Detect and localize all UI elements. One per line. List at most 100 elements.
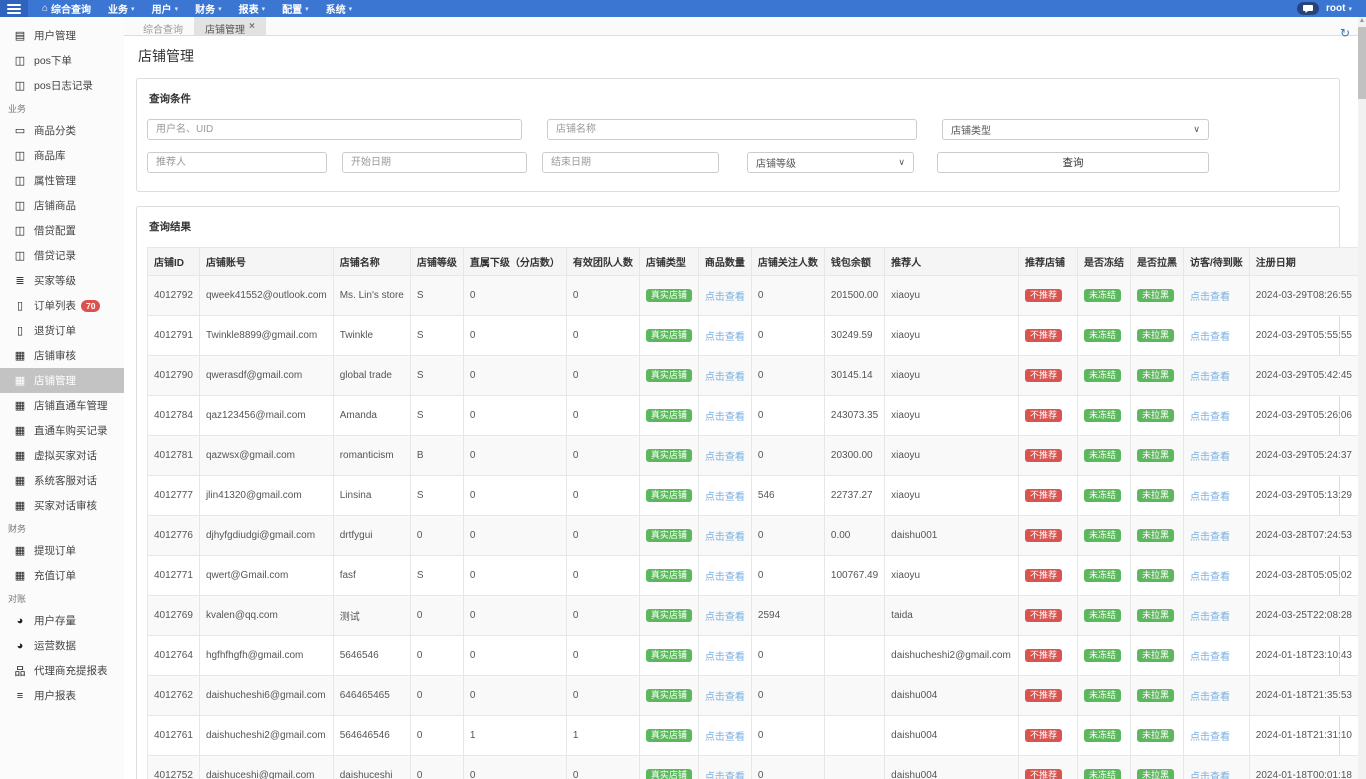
view-visitors-link[interactable]: 点击查看 xyxy=(1190,532,1230,543)
cell-frozen: 未冻结 xyxy=(1077,636,1130,676)
sidebar-item-user-management[interactable]: ▤用户管理 xyxy=(0,23,124,48)
table-row: 4012777jlin41320@gmail.comLinsinaS00真实店铺… xyxy=(148,476,1359,516)
sidebar-item-loan-records[interactable]: ◫借贷记录 xyxy=(0,243,124,268)
view-products-link[interactable]: 点击查看 xyxy=(705,292,745,303)
start-date-input[interactable] xyxy=(342,152,527,173)
scroll-up-icon[interactable]: ▲ xyxy=(1359,17,1366,25)
sidebar-item-attribute-management[interactable]: ◫属性管理 xyxy=(0,168,124,193)
view-visitors-link[interactable]: 点击查看 xyxy=(1190,612,1230,623)
view-products-link[interactable]: 点击查看 xyxy=(705,572,745,583)
sidebar-item-buyer-level[interactable]: ≣买家等级 xyxy=(0,268,124,293)
nav-menu-finance[interactable]: 财务▾ xyxy=(195,1,222,16)
sidebar-item-agent-report[interactable]: 品代理商充提报表 xyxy=(0,658,124,683)
view-products-link[interactable]: 点击查看 xyxy=(705,332,745,343)
filter-panel: 查询条件 店铺类型 ∨ 店铺等级 ∨ xyxy=(136,78,1340,192)
sidebar-item-store-products[interactable]: ◫店铺商品 xyxy=(0,193,124,218)
view-products-link[interactable]: 点击查看 xyxy=(705,412,745,423)
cell-store-account: daishuceshi@gmail.com xyxy=(199,756,333,779)
sidebar-item-user-report[interactable]: ≡用户报表 xyxy=(0,683,124,708)
view-visitors-link[interactable]: 点击查看 xyxy=(1190,372,1230,383)
nav-menu-config[interactable]: 配置▾ xyxy=(282,1,309,16)
view-visitors-link[interactable]: 点击查看 xyxy=(1190,572,1230,583)
view-products-link[interactable]: 点击查看 xyxy=(705,532,745,543)
nav-menu-business[interactable]: 业务▾ xyxy=(108,1,135,16)
sidebar-item-store-review[interactable]: ▦店铺审核 xyxy=(0,343,124,368)
view-products-link[interactable]: 点击查看 xyxy=(705,772,745,779)
id-card-icon: ▦ xyxy=(13,374,27,387)
view-products-link[interactable]: 点击查看 xyxy=(705,372,745,383)
nav-menu-report[interactable]: 报表▾ xyxy=(239,1,266,16)
referrer-input[interactable] xyxy=(147,152,327,173)
view-products-link[interactable]: 点击查看 xyxy=(705,612,745,623)
chat-button[interactable] xyxy=(1297,2,1319,15)
cell-blacklist: 未拉黑 xyxy=(1130,596,1183,636)
sidebar-item-pos-log[interactable]: ◫pos日志记录 xyxy=(0,73,124,98)
sidebar-item-system-service-chat[interactable]: ▦系统客服对话 xyxy=(0,468,124,493)
view-visitors-link[interactable]: 点击查看 xyxy=(1190,652,1230,663)
view-products-link[interactable]: 点击查看 xyxy=(705,692,745,703)
view-products-link[interactable]: 点击查看 xyxy=(705,732,745,743)
cell-products: 点击查看 xyxy=(698,596,751,636)
nav-home[interactable]: ⌂ 综合查询 xyxy=(42,1,91,16)
view-visitors-link[interactable]: 点击查看 xyxy=(1190,412,1230,423)
sidebar-item-virtual-buyer-chat[interactable]: ▦虚拟买家对话 xyxy=(0,443,124,468)
sidebar-item-product-library[interactable]: ◫商品库 xyxy=(0,143,124,168)
chevron-down-icon: ▾ xyxy=(175,5,179,13)
username-uid-input[interactable] xyxy=(147,119,522,140)
menu-toggle-icon[interactable] xyxy=(0,0,28,17)
sidebar-item-express-purchase-records[interactable]: ▦直通车购买记录 xyxy=(0,418,124,443)
view-visitors-link[interactable]: 点击查看 xyxy=(1190,492,1230,503)
cell-store-type: 真实店铺 xyxy=(639,316,698,356)
user-menu[interactable]: root ▾ xyxy=(1326,3,1352,14)
nav-menu-label: 用户 xyxy=(152,1,172,16)
view-visitors-link[interactable]: 点击查看 xyxy=(1190,332,1230,343)
sidebar-item-store-express-management[interactable]: ▦店铺直通车管理 xyxy=(0,393,124,418)
sidebar-item-pos-order[interactable]: ◫pos下单 xyxy=(0,48,124,73)
cell-direct-sub: 0 xyxy=(463,556,566,596)
cell-recommend: 不推荐 xyxy=(1018,356,1077,396)
cell-products: 点击查看 xyxy=(698,276,751,316)
sidebar-item-user-stock[interactable]: ◕用户存量 xyxy=(0,608,124,633)
tab-overview[interactable]: 综合查询 xyxy=(132,17,194,35)
cell-store-id: 4012752 xyxy=(148,756,200,779)
close-icon[interactable]: × xyxy=(249,21,255,32)
sidebar-item-order-list[interactable]: ▯订单列表70 xyxy=(0,293,124,318)
sidebar-item-product-category[interactable]: ▭商品分类 xyxy=(0,118,124,143)
view-products-link[interactable]: 点击查看 xyxy=(705,452,745,463)
cell-visitors: 点击查看 xyxy=(1183,476,1249,516)
table-row: 4012771qwert@Gmail.comfasfS00真实店铺点击查看010… xyxy=(148,556,1359,596)
id-card-icon: ▦ xyxy=(13,449,27,462)
cell-followers: 0 xyxy=(751,316,824,356)
sidebar-item-label: 提现订单 xyxy=(34,543,76,558)
nav-menu-system[interactable]: 系统▾ xyxy=(326,1,353,16)
view-visitors-link[interactable]: 点击查看 xyxy=(1190,732,1230,743)
tab-store-management[interactable]: 店铺管理 × xyxy=(194,17,266,35)
cell-products: 点击查看 xyxy=(698,636,751,676)
end-date-input[interactable] xyxy=(542,152,719,173)
view-products-link[interactable]: 点击查看 xyxy=(705,652,745,663)
view-products-link[interactable]: 点击查看 xyxy=(705,492,745,503)
sidebar-item-store-management[interactable]: ▦店铺管理 xyxy=(0,368,124,393)
sidebar-item-operation-data[interactable]: ◕运营数据 xyxy=(0,633,124,658)
view-visitors-link[interactable]: 点击查看 xyxy=(1190,292,1230,303)
view-visitors-link[interactable]: 点击查看 xyxy=(1190,772,1230,779)
vertical-scrollbar[interactable]: ▲ xyxy=(1358,17,1366,779)
store-name-input[interactable] xyxy=(547,119,917,140)
sidebar-item-buyer-chat-review[interactable]: ▦买家对话审核 xyxy=(0,493,124,518)
sidebar-item-recharge-orders[interactable]: ▦充值订单 xyxy=(0,563,124,588)
home-icon: ⌂ xyxy=(42,3,48,14)
cell-recommend: 不推荐 xyxy=(1018,276,1077,316)
sidebar-item-loan-config[interactable]: ◫借贷配置 xyxy=(0,218,124,243)
view-visitors-link[interactable]: 点击查看 xyxy=(1190,692,1230,703)
search-button[interactable]: 查询 xyxy=(937,152,1209,173)
sidebar-item-return-orders[interactable]: ▯退货订单 xyxy=(0,318,124,343)
scrollbar-thumb[interactable] xyxy=(1358,27,1366,99)
cell-wallet-balance: 30145.14 xyxy=(824,356,884,396)
store-level-select[interactable]: 店铺等级 ∨ xyxy=(747,152,914,173)
nav-menu-user[interactable]: 用户▾ xyxy=(152,1,179,16)
store-type-select[interactable]: 店铺类型 ∨ xyxy=(942,119,1209,140)
refresh-icon[interactable]: ↻ xyxy=(1340,27,1350,39)
sidebar-item-withdrawal-orders[interactable]: ▦提现订单 xyxy=(0,538,124,563)
blacklist-status-badge: 未拉黑 xyxy=(1137,369,1174,383)
view-visitors-link[interactable]: 点击查看 xyxy=(1190,452,1230,463)
